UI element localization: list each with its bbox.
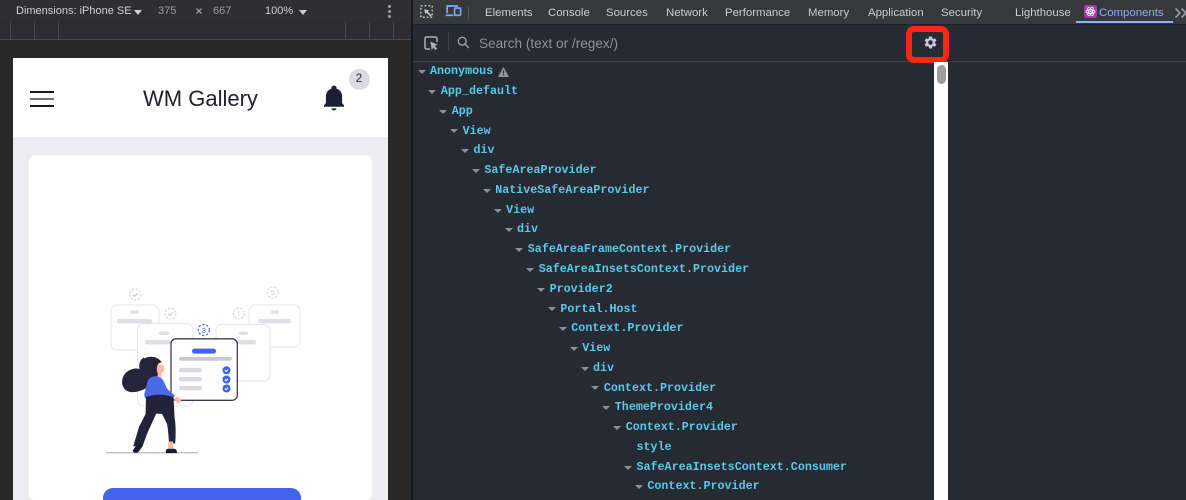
- svg-text:5: 5: [271, 290, 275, 297]
- svg-text:!: !: [238, 311, 240, 318]
- svg-text:3: 3: [202, 326, 206, 335]
